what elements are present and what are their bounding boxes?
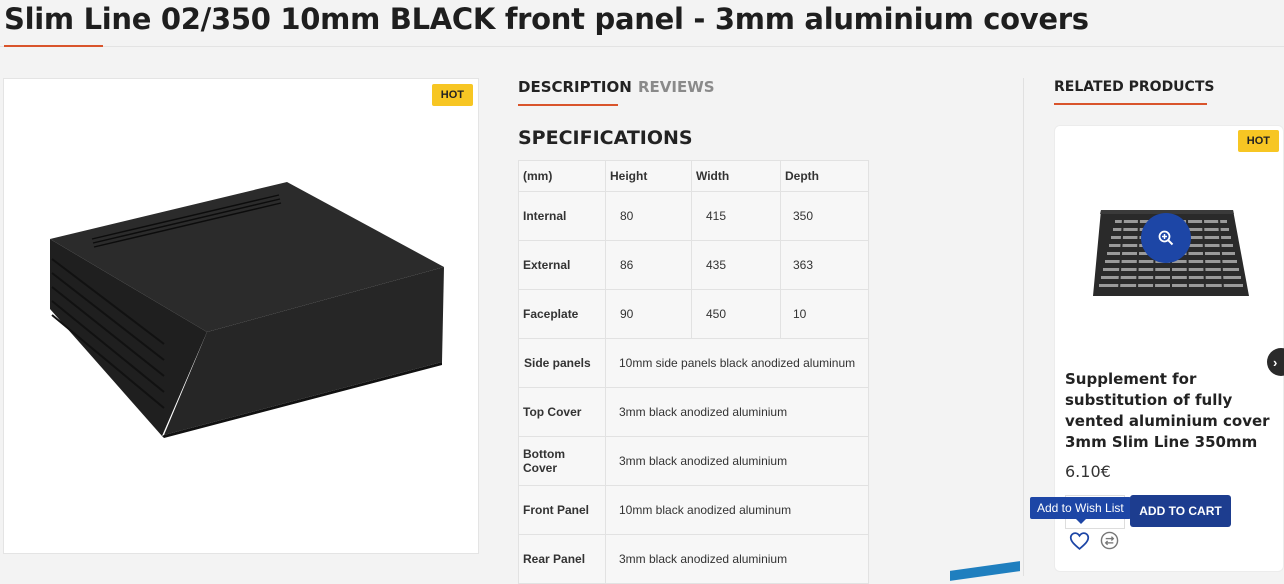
table-row: External 86 435 363	[518, 240, 869, 290]
related-title-accent	[1054, 103, 1207, 105]
table-cell: 415	[691, 191, 781, 241]
table-cell: 90	[605, 289, 692, 339]
table-row: Rear Panel 3mm black anodized aluminium	[518, 534, 869, 584]
table-cell: 450	[691, 289, 781, 339]
add-to-cart-button[interactable]: ADD TO CART	[1130, 495, 1231, 527]
table-cell: 3mm black anodized aluminium	[605, 387, 869, 437]
table-cell: 363	[780, 240, 869, 290]
page-title: Slim Line 02/350 10mm BLACK front panel …	[4, 2, 1089, 36]
quick-view-button[interactable]	[1141, 213, 1191, 263]
table-header-row: (mm) Height Width Depth	[518, 160, 869, 192]
row-label: Front Panel	[518, 485, 606, 535]
column-header: Height	[605, 160, 692, 192]
row-label: Internal	[518, 191, 606, 241]
row-label: External	[518, 240, 606, 290]
product-gallery[interactable]: HOT	[3, 78, 479, 554]
related-product-name[interactable]: Supplement for substitution of fully ven…	[1065, 369, 1277, 453]
table-row: Bottom Cover 3mm black anodized aluminiu…	[518, 436, 869, 486]
tab-reviews[interactable]: REVIEWS	[638, 78, 715, 96]
table-cell: 10mm side panels black anodized aluminum	[605, 338, 869, 388]
table-cell: 10	[780, 289, 869, 339]
heart-icon[interactable]	[1069, 531, 1090, 551]
tab-description[interactable]: DESCRIPTION	[518, 78, 632, 96]
table-row: Side panels 10mm side panels black anodi…	[518, 338, 869, 388]
table-cell: 80	[605, 191, 692, 241]
active-tab-indicator	[518, 104, 618, 106]
row-label: Rear Panel	[518, 534, 606, 584]
zoom-in-icon	[1158, 230, 1174, 246]
row-label: Bottom Cover	[518, 436, 606, 486]
table-row: Internal 80 415 350	[518, 191, 869, 241]
title-divider	[0, 46, 1284, 47]
row-label: Side panels	[518, 338, 606, 388]
title-accent-bar	[4, 45, 103, 47]
related-products-title: RELATED PRODUCTS	[1054, 79, 1215, 95]
table-row: Top Cover 3mm black anodized aluminium	[518, 387, 869, 437]
table-row: Faceplate 90 450 10	[518, 289, 869, 339]
product-image[interactable]	[4, 79, 478, 553]
column-header: (mm)	[518, 160, 606, 192]
table-cell: 3mm black anodized aluminium	[605, 436, 869, 486]
hot-badge: HOT	[1237, 130, 1279, 152]
related-product-price: 6.10€	[1065, 462, 1111, 481]
table-cell: 10mm black anodized aluminum	[605, 485, 869, 535]
table-cell: 350	[780, 191, 869, 241]
specifications-heading: SPECIFICATIONS	[518, 127, 693, 149]
hot-badge: HOT	[431, 84, 473, 106]
row-label: Faceplate	[518, 289, 606, 339]
chevron-right-icon: ›	[1273, 354, 1278, 370]
table-cell: 86	[605, 240, 692, 290]
column-header: Width	[691, 160, 781, 192]
compare-icon[interactable]	[1100, 531, 1119, 550]
wishlist-tooltip: Add to Wish List	[1030, 497, 1131, 524]
row-label: Top Cover	[518, 387, 606, 437]
table-cell: 3mm black anodized aluminium	[605, 534, 869, 584]
decorative-strip	[950, 561, 1020, 581]
column-divider	[1023, 78, 1024, 576]
table-cell: 435	[691, 240, 781, 290]
specifications-table: (mm) Height Width Depth Internal 80 415 …	[518, 160, 869, 584]
table-row: Front Panel 10mm black anodized aluminum	[518, 485, 869, 535]
column-header: Depth	[780, 160, 869, 192]
